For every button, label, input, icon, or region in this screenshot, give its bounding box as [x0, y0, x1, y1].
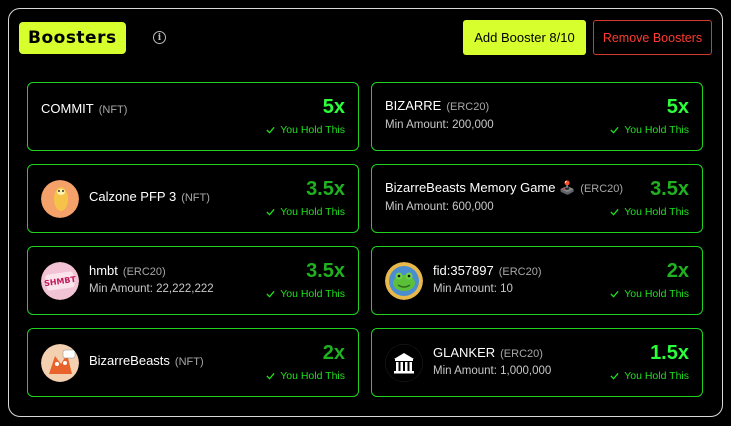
hmbt-sticker-icon: SHMBT	[41, 262, 79, 300]
hold-status: You Hold This	[266, 288, 345, 300]
page-title: Boosters	[19, 22, 126, 54]
booster-multiplier: 2x	[666, 260, 689, 282]
frog-avatar-icon	[385, 262, 423, 300]
check-icon	[266, 290, 275, 298]
booster-multiplier: 3.5x	[306, 260, 345, 282]
check-icon	[266, 372, 275, 380]
check-icon	[266, 126, 275, 134]
booster-card-glanker[interactable]: GLANKER (ERC20) Min Amount: 1,000,000 1.5…	[371, 328, 703, 397]
min-amount: Min Amount: 200,000	[385, 119, 494, 131]
hold-status: You Hold This	[610, 124, 689, 136]
booster-multiplier: 5x	[666, 96, 689, 118]
title-text: Boosters	[28, 28, 117, 48]
booster-card-fid[interactable]: fid:357897 (ERC20) Min Amount: 10 2x You …	[371, 246, 703, 315]
booster-multiplier: 5x	[322, 96, 345, 118]
check-icon	[610, 208, 619, 216]
check-icon	[610, 290, 619, 298]
hold-status: You Hold This	[266, 206, 345, 218]
check-icon	[266, 208, 275, 216]
hold-status: You Hold This	[610, 370, 689, 382]
booster-name: COMMIT (NFT)	[41, 101, 128, 116]
booster-multiplier: 3.5x	[306, 178, 345, 200]
booster-multiplier: 1.5x	[650, 342, 689, 364]
min-amount: Min Amount: 600,000	[385, 201, 494, 213]
booster-name: BizarreBeasts Memory Game 🕹️ (ERC20)	[385, 180, 624, 195]
booster-multiplier: 3.5x	[650, 178, 689, 200]
header: Boosters i Add Booster 8/10 Remove Boost…	[19, 20, 712, 56]
booster-card-memory-game[interactable]: BizarreBeasts Memory Game 🕹️ (ERC20) Min …	[371, 164, 703, 233]
hold-status: You Hold This	[266, 124, 345, 136]
info-icon[interactable]: i	[153, 31, 166, 44]
booster-name: BIZARRE (ERC20)	[385, 98, 490, 113]
beast-avatar-icon	[41, 344, 79, 382]
add-booster-button[interactable]: Add Booster 8/10	[463, 20, 586, 55]
booster-name: fid:357897 (ERC20)	[433, 263, 542, 278]
check-icon	[610, 372, 619, 380]
booster-card-calzone[interactable]: Calzone PFP 3 (NFT) 3.5x You Hold This	[27, 164, 359, 233]
min-amount: Min Amount: 10	[433, 283, 513, 295]
calzone-avatar-icon	[41, 180, 79, 218]
booster-name: hmbt (ERC20)	[89, 263, 166, 278]
booster-card-bizarrebeasts[interactable]: BizarreBeasts (NFT) 2x You Hold This	[27, 328, 359, 397]
booster-multiplier: 2x	[322, 342, 345, 364]
remove-boosters-button[interactable]: Remove Boosters	[593, 20, 712, 55]
bank-building-icon	[385, 344, 423, 382]
hold-status: You Hold This	[266, 370, 345, 382]
hold-status: You Hold This	[610, 288, 689, 300]
hold-status: You Hold This	[610, 206, 689, 218]
booster-card-commit[interactable]: COMMIT (NFT) 5x You Hold This	[27, 82, 359, 151]
booster-name: GLANKER (ERC20)	[433, 345, 543, 360]
booster-card-bizarre[interactable]: BIZARRE (ERC20) Min Amount: 200,000 5x Yo…	[371, 82, 703, 151]
booster-name: Calzone PFP 3 (NFT)	[89, 189, 210, 204]
check-icon	[610, 126, 619, 134]
min-amount: Min Amount: 1,000,000	[433, 365, 552, 377]
booster-card-hmbt[interactable]: SHMBT hmbt (ERC20) Min Amount: 22,222,222…	[27, 246, 359, 315]
min-amount: Min Amount: 22,222,222	[89, 283, 214, 295]
booster-name: BizarreBeasts (NFT)	[89, 353, 204, 368]
